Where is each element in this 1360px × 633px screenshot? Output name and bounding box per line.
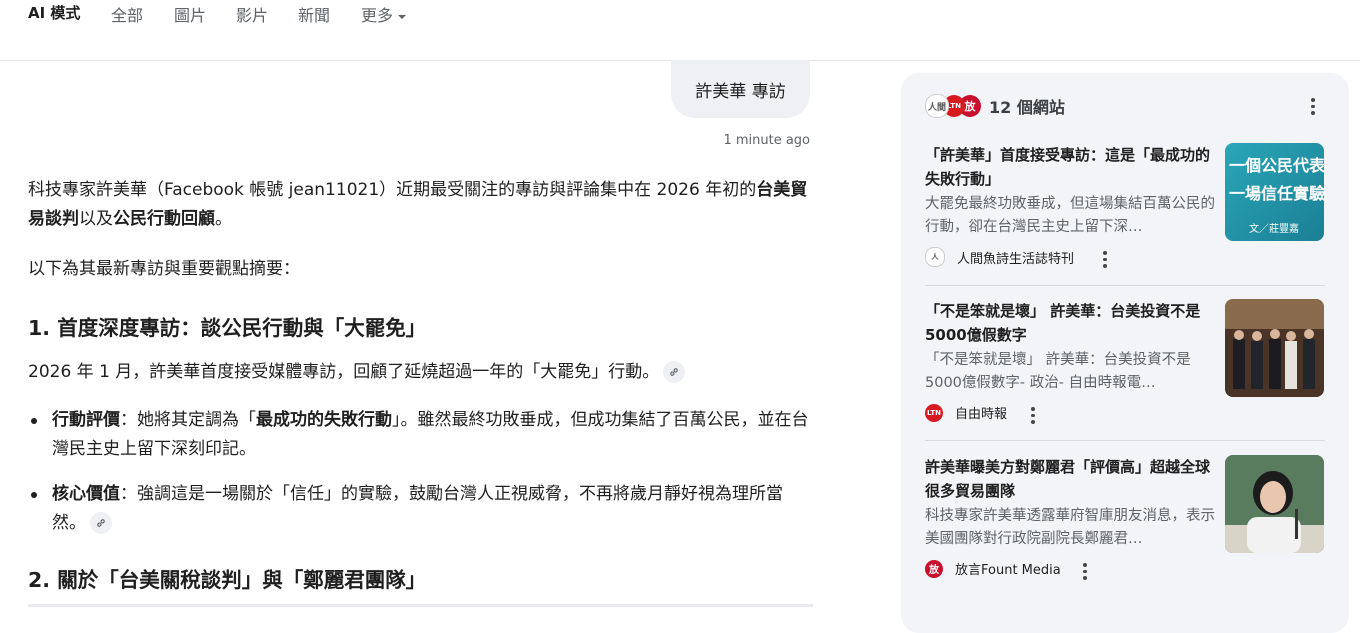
answer-intro: 科技專家許美華（Facebook 帳號 jean11021）近期最受關注的專訪與… [28, 176, 813, 234]
source-card[interactable]: 許美華曝美方對鄭麗君「評價高」超越全球很多貿易團隊 科技專家許美華透露華府智庫朋… [925, 455, 1325, 585]
thumb-text-1: 一個公民代表 [1229, 156, 1324, 175]
answer-paragraph-interview: 2026 年 1 月，許美華首度接受媒體專訪，回顧了延燒超過一年的「大罷免」行動… [28, 358, 686, 387]
list-item-text: ：她將其定調為「 [120, 410, 256, 430]
source-card-snippet: 大罷免最終功敗垂成，但這場集結百萬公民的行動，卻在台灣民主史上留下深… [925, 196, 1215, 235]
user-query-bubble: 許美華 專訪 [671, 60, 810, 118]
divider [925, 285, 1325, 286]
source-card-title[interactable]: 「不是笨就是壞」 許美華：台美投資不是5000億假數字 [925, 299, 1217, 347]
bullet-icon [31, 492, 37, 498]
sources-header[interactable]: 人間 LTN 放 12 個網站 [925, 91, 1065, 121]
answer-summary-lead: 以下為其最新專訪與重要觀點摘要： [28, 259, 300, 279]
tab-all[interactable]: 全部 [111, 2, 143, 26]
search-tabs: AI 模式 全部 圖片 影片 新聞 更多 [0, 0, 1360, 61]
source-card-snippet: 「不是笨就是壞」 許美華：台美投資不是5000億假數字- 政治- 自由時報電… [925, 352, 1191, 391]
divider [925, 440, 1325, 441]
query-timestamp: 1 minute ago [723, 133, 810, 148]
more-options-icon[interactable] [1083, 563, 1087, 583]
list-item-text: ：強調這是一場關於「信任」的實驗，鼓勵台灣人正視威脅，不再將歲月靜好視為理所當然… [52, 484, 783, 533]
answer-paragraph-interview-text: 2026 年 1 月，許美華首度接受媒體專訪，回顧了延燒超過一年的「大罷免」行動… [28, 362, 660, 382]
source-card-site[interactable]: LTN 自由時報 [925, 403, 1007, 422]
source-card-title[interactable]: 許美華曝美方對鄭麗君「評價高」超越全球很多貿易團隊 [925, 455, 1217, 503]
thumb-text-2: 一場信任實驗 [1229, 184, 1324, 203]
source-card-site-name: 自由時報 [955, 407, 1008, 422]
chevron-down-icon [398, 14, 407, 19]
source-card-thumbnail [1225, 299, 1324, 397]
answer-intro-text-3: 。 [215, 209, 232, 229]
list-item-label: 核心價值 [52, 484, 120, 504]
ltn-favicon: LTN [925, 403, 943, 422]
source-card-site-name: 人間魚詩生活誌特刊 [957, 251, 1075, 267]
link-icon[interactable] [90, 512, 112, 534]
tab-more-label: 更多 [361, 6, 394, 25]
source-card[interactable]: 「許美華」首度接受專訪：這是「最成功的失敗行動」 大罷免最終功敗垂成，但這場集結… [925, 143, 1325, 273]
source-card-site[interactable]: 人 人間魚詩生活誌特刊 [925, 247, 1074, 267]
source-card[interactable]: 「不是笨就是壞」 許美華：台美投資不是5000億假數字 「不是笨就是壞」 許美華… [925, 299, 1325, 429]
list-item-bold: 最成功的失敗行動 [256, 410, 392, 430]
sources-count: 12 個網站 [989, 98, 1065, 117]
bullet-icon [31, 418, 37, 424]
tab-ai-mode[interactable]: AI 模式 [28, 2, 80, 23]
answer-heading-2: 2. 關於「台美關稅談判」與「鄭麗君團隊」 [28, 568, 427, 592]
more-options-icon[interactable] [1031, 407, 1035, 427]
answer-intro-text-2: 以及 [79, 209, 113, 229]
thumb-credit: 文／莊豐嘉 [1249, 222, 1299, 235]
answer-heading-1: 1. 首度深度專訪：談公民行動與「大罷免」 [28, 316, 427, 340]
more-options-icon[interactable] [1103, 251, 1107, 271]
source-card-site-name: 放言Fount Media [955, 563, 1061, 578]
list-item-label: 行動評價 [52, 410, 120, 430]
list-item: 行動評價：她將其定調為「最成功的失敗行動」。雖然最終功敗垂成，但成功集結了百萬公… [28, 406, 813, 464]
source-favicon: 人間 [925, 94, 949, 118]
site-favicon: 人 [925, 247, 945, 267]
tab-images[interactable]: 圖片 [174, 2, 206, 26]
answer-intro-text: 科技專家許美華（Facebook 帳號 jean11021）近期最受關注的專訪與… [28, 180, 757, 200]
tab-videos[interactable]: 影片 [236, 2, 268, 26]
sources-panel: 人間 LTN 放 12 個網站 「許美華」首度接受專訪：這是「最成功的失敗行動」… [901, 73, 1349, 633]
list-item: 核心價值：強調這是一場關於「信任」的實驗，鼓勵台灣人正視威脅，不再將歲月靜好視為… [28, 480, 813, 538]
fount-favicon: 放 [925, 559, 943, 578]
tab-more[interactable]: 更多 [361, 2, 407, 26]
more-options-icon[interactable] [1311, 98, 1315, 118]
source-card-site[interactable]: 放 放言Fount Media [925, 559, 1061, 578]
link-icon[interactable] [663, 361, 686, 383]
tab-news[interactable]: 新聞 [298, 2, 330, 26]
user-query-text: 許美華 專訪 [695, 81, 786, 102]
source-card-thumbnail [1225, 455, 1324, 553]
source-card-snippet: 科技專家許美華透露華府智庫朋友消息，表示美國團隊對行政院副院長鄭麗君… [925, 508, 1215, 547]
source-card-thumbnail: 一個公民代表 一場信任實驗 文／莊豐嘉 [1225, 143, 1324, 241]
source-card-title[interactable]: 「許美華」首度接受專訪：這是「最成功的失敗行動」 [925, 143, 1217, 191]
answer-intro-bold-2: 公民行動回顧 [113, 209, 215, 229]
